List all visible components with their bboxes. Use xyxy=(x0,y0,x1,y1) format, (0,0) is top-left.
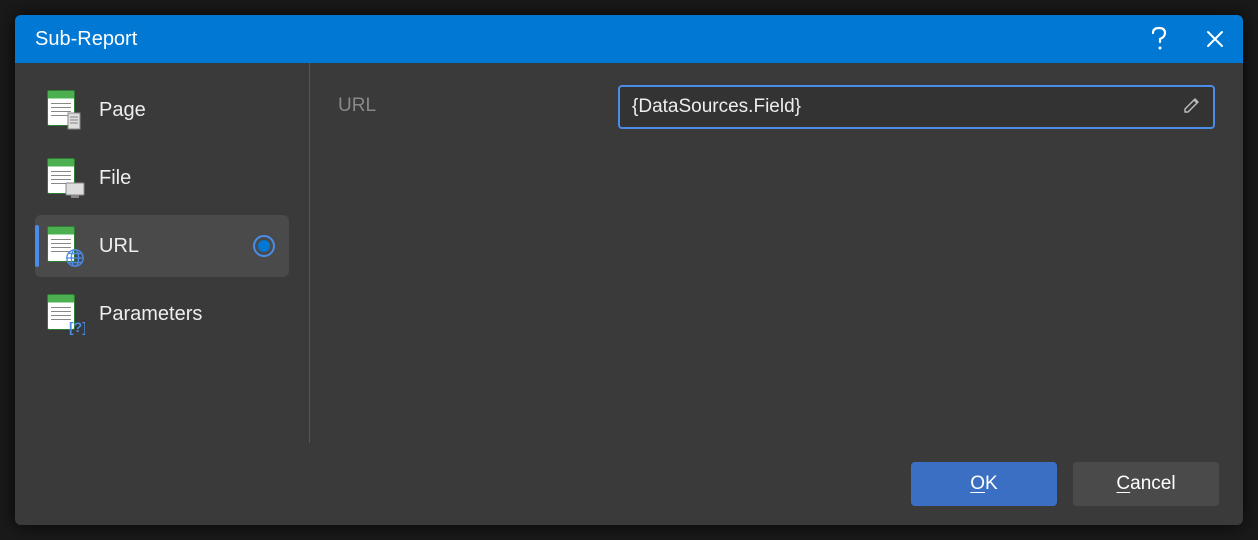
help-button[interactable] xyxy=(1131,15,1187,63)
parameters-icon: [?] xyxy=(45,294,85,334)
sidebar-item-url[interactable]: URL xyxy=(35,215,289,277)
sidebar-item-parameters[interactable]: [?] Parameters xyxy=(35,283,289,345)
edit-expression-button[interactable] xyxy=(1183,96,1201,119)
close-icon xyxy=(1206,30,1224,48)
help-icon xyxy=(1150,26,1168,52)
url-input[interactable] xyxy=(618,85,1215,129)
url-icon xyxy=(45,226,85,266)
pencil-icon xyxy=(1183,96,1201,114)
sidebar-item-label: URL xyxy=(99,235,239,258)
sub-report-dialog: Sub-Report xyxy=(15,15,1243,525)
dialog-body: Page File xyxy=(15,63,1243,443)
dialog-title: Sub-Report xyxy=(35,28,1131,51)
content-panel: URL xyxy=(310,63,1243,443)
cancel-button[interactable]: Cancel xyxy=(1073,462,1219,506)
sidebar: Page File xyxy=(15,63,310,443)
svg-text:[?]: [?] xyxy=(69,319,85,335)
sidebar-item-page[interactable]: Page xyxy=(35,79,289,141)
page-icon xyxy=(45,90,85,130)
radio-selected-icon xyxy=(253,235,275,257)
url-field-label: URL xyxy=(338,85,588,421)
url-input-text[interactable] xyxy=(632,96,1173,118)
titlebar: Sub-Report xyxy=(15,15,1243,63)
sidebar-item-label: Parameters xyxy=(99,303,275,326)
sidebar-item-file[interactable]: File xyxy=(35,147,289,209)
ok-button[interactable]: OK xyxy=(911,462,1057,506)
sidebar-item-label: Page xyxy=(99,99,275,122)
close-button[interactable] xyxy=(1187,15,1243,63)
url-field-wrap xyxy=(618,85,1215,421)
dialog-footer: OK Cancel xyxy=(15,443,1243,525)
sidebar-item-label: File xyxy=(99,167,275,190)
file-icon xyxy=(45,158,85,198)
